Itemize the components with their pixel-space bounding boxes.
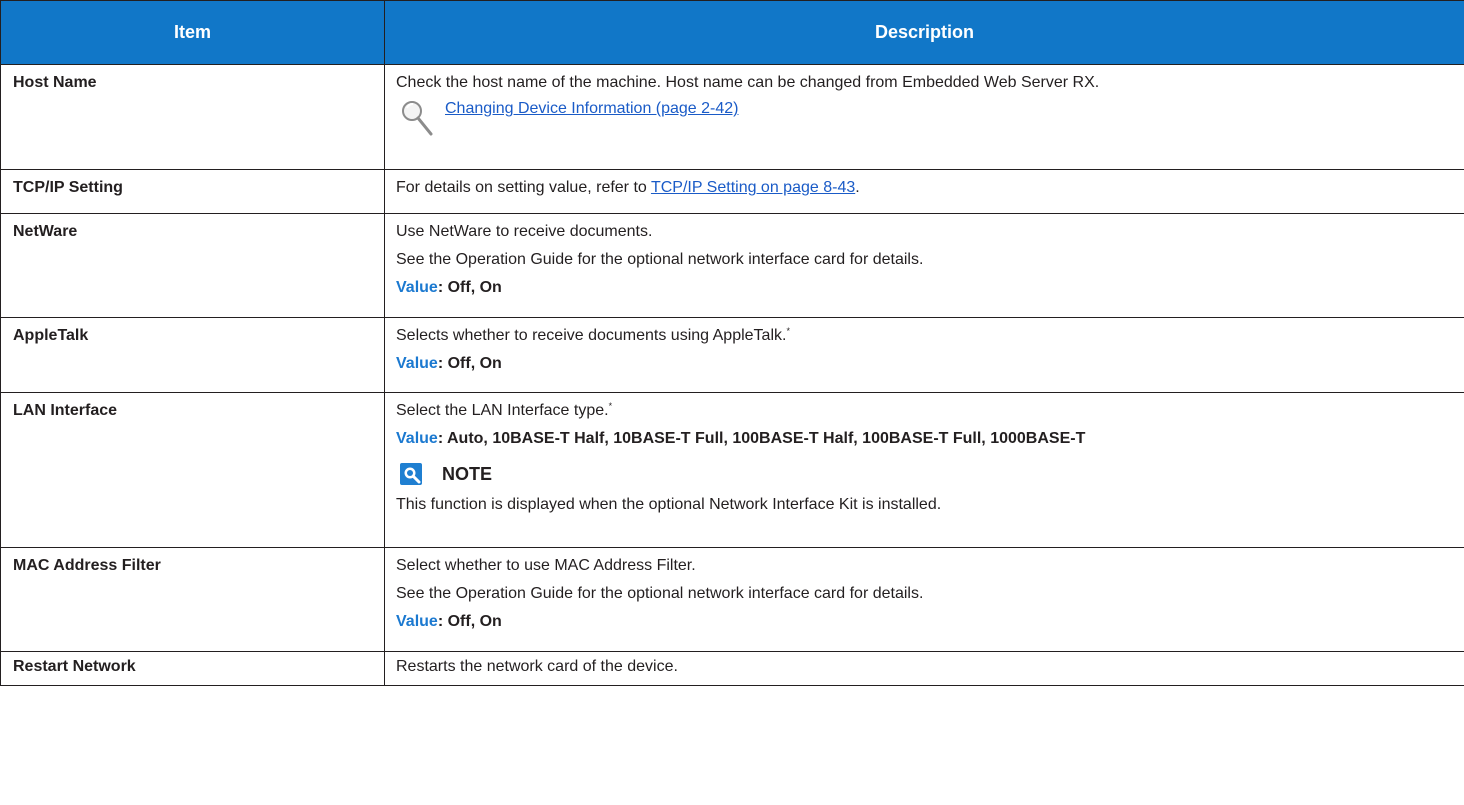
note-icon [400, 463, 422, 485]
row-item-restart-network: Restart Network [0, 651, 385, 686]
netware-line2: See the Operation Guide for the optional… [396, 251, 924, 268]
table-row: TCP/IP Setting For details on setting va… [0, 169, 1464, 214]
lan-value: Value: Auto, 10BASE-T Half, 10BASE-T Ful… [396, 429, 1456, 449]
value-text: : Auto, 10BASE-T Half, 10BASE-T Full, 10… [437, 430, 1086, 447]
value-label: Value [396, 430, 438, 447]
netware-value: Value: Off, On [396, 278, 1456, 298]
row-desc-lan-interface: Select the LAN Interface type.* Value: A… [384, 392, 1464, 548]
note-heading-text: NOTE [442, 464, 493, 484]
lan-text: Select the LAN Interface type. [396, 402, 609, 419]
row-desc-netware: Use NetWare to receive documents. See th… [384, 213, 1464, 318]
footnote-mark: * [786, 326, 790, 336]
table-row: Host Name Check the host name of the mac… [0, 64, 1464, 170]
row-item-lan-interface: LAN Interface [0, 392, 385, 548]
appletalk-line1: Selects whether to receive documents usi… [396, 326, 1456, 346]
row-item-appletalk: AppleTalk [0, 317, 385, 393]
tcpip-setting-link[interactable]: TCP/IP Setting on page 8-43 [651, 179, 855, 196]
footnote-mark: * [608, 401, 613, 411]
netware-line1: Use NetWare to receive documents. [396, 223, 653, 240]
table-row: NetWare Use NetWare to receive documents… [0, 213, 1464, 318]
table-row: Restart Network Restarts the network car… [0, 651, 1464, 686]
note-heading: NOTE [396, 463, 1456, 485]
value-label: Value [396, 355, 438, 372]
reference-link-row: Changing Device Information (page 2-42) [400, 99, 1456, 137]
appletalk-text: Selects whether to receive documents usi… [396, 327, 787, 344]
tcpip-text-after: . [855, 179, 860, 196]
row-desc-tcpip: For details on setting value, refer to T… [384, 169, 1464, 214]
magnifier-icon [402, 101, 433, 136]
host-name-text: Check the host name of the machine. Host… [396, 74, 1100, 91]
header-description: Description [384, 0, 1464, 65]
value-label: Value [396, 613, 438, 630]
mac-value: Value: Off, On [396, 612, 1456, 632]
appletalk-value: Value: Off, On [396, 354, 1456, 374]
row-item-host-name: Host Name [0, 64, 385, 170]
table-header-row: Item Description [0, 0, 1464, 65]
row-desc-host-name: Check the host name of the machine. Host… [384, 64, 1464, 170]
value-text: : Off, On [437, 355, 502, 372]
tcpip-text-before: For details on setting value, refer to [396, 179, 651, 196]
row-desc-appletalk: Selects whether to receive documents usi… [384, 317, 1464, 393]
changing-device-info-link[interactable]: Changing Device Information (page 2-42) [445, 99, 739, 119]
row-item-netware: NetWare [0, 213, 385, 318]
note-text: This function is displayed when the opti… [396, 496, 942, 513]
row-desc-restart-network: Restarts the network card of the device. [384, 651, 1464, 686]
row-desc-mac-filter: Select whether to use MAC Address Filter… [384, 547, 1464, 652]
row-item-tcpip: TCP/IP Setting [0, 169, 385, 214]
value-text: : Off, On [437, 279, 502, 296]
settings-table: Item Description Host Name Check the hos… [0, 0, 1464, 686]
header-item: Item [0, 0, 385, 65]
table-row: AppleTalk Selects whether to receive doc… [0, 317, 1464, 393]
value-label: Value [396, 279, 438, 296]
mac-line2: See the Operation Guide for the optional… [396, 585, 924, 602]
row-item-mac-filter: MAC Address Filter [0, 547, 385, 652]
mac-line1: Select whether to use MAC Address Filter… [396, 557, 696, 574]
value-text: : Off, On [437, 613, 502, 630]
table-row: MAC Address Filter Select whether to use… [0, 547, 1464, 652]
table-row: LAN Interface Select the LAN Interface t… [0, 392, 1464, 548]
lan-line1: Select the LAN Interface type.* [396, 401, 1456, 421]
